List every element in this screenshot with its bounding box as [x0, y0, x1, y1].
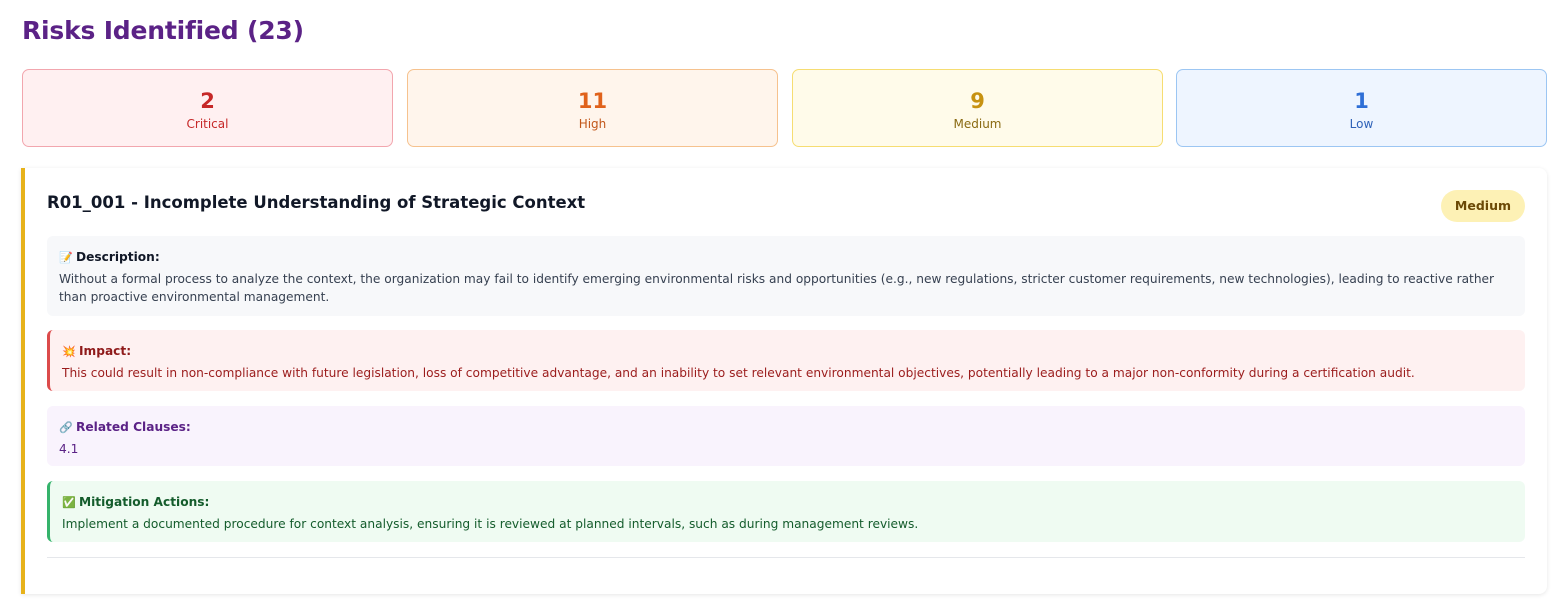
low-label: Low [1349, 117, 1374, 131]
impact-text: This could result in non-compliance with… [62, 366, 1415, 380]
critical-count-card[interactable]: 2 Critical [22, 69, 393, 147]
severity-badge: Medium [1440, 190, 1525, 222]
risk-card: R01_001 - Incomplete Understanding of St… [21, 168, 1547, 594]
low-count: 1 [1354, 89, 1369, 113]
critical-label: Critical [186, 117, 229, 131]
impact-heading: 💥 Impact: [62, 342, 1513, 361]
impact-section: 💥 Impact: This could result in non-compli… [47, 330, 1525, 391]
check-box-icon: ✅ [62, 496, 76, 509]
high-count: 11 [577, 89, 608, 113]
low-count-card[interactable]: 1 Low [1176, 69, 1547, 147]
description-text: Without a formal process to analyze the … [59, 272, 1495, 304]
critical-count: 2 [200, 89, 215, 113]
severity-summary: 2 Critical 11 High 9 Medium 1 Low [22, 69, 1547, 147]
collision-icon: 💥 [62, 345, 76, 358]
page-title: Risks Identified (23) [22, 16, 304, 45]
related-clauses-label: Related Clauses: [76, 420, 191, 434]
medium-count-card[interactable]: 9 Medium [792, 69, 1163, 147]
high-label: High [578, 117, 607, 131]
mitigation-section: ✅ Mitigation Actions: Implement a documen… [47, 481, 1525, 542]
link-icon: 🔗 [59, 421, 73, 434]
impact-label: Impact: [79, 344, 132, 358]
description-label: Description: [76, 250, 160, 264]
related-clauses-text: 4.1 [59, 442, 79, 456]
mitigation-label: Mitigation Actions: [79, 495, 210, 509]
medium-label: Medium [953, 117, 1002, 131]
related-clauses-section: 🔗 Related Clauses: 4.1 [47, 406, 1525, 466]
risk-title: R01_001 - Incomplete Understanding of St… [47, 193, 586, 212]
mitigation-text: Implement a documented procedure for con… [62, 517, 919, 531]
high-count-card[interactable]: 11 High [407, 69, 778, 147]
related-clauses-heading: 🔗 Related Clauses: [59, 418, 1513, 437]
memo-icon: 📝 [59, 251, 73, 264]
description-section: 📝 Description: Without a formal process t… [47, 236, 1525, 316]
description-heading: 📝 Description: [59, 248, 1513, 267]
mitigation-heading: ✅ Mitigation Actions: [62, 493, 1513, 512]
medium-count: 9 [970, 89, 985, 113]
divider [47, 557, 1525, 558]
